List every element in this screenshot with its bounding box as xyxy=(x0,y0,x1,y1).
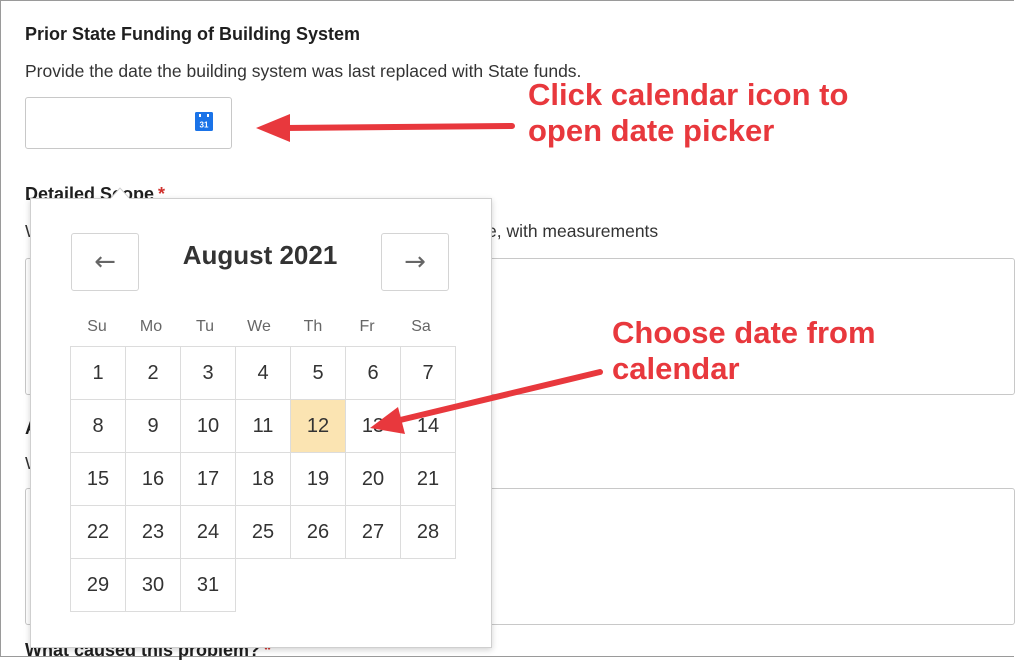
arrow-to-date xyxy=(393,369,603,424)
arrow-head-icon xyxy=(256,114,290,142)
arrow-to-calendar-icon xyxy=(281,123,515,131)
annotation-arrows xyxy=(256,114,603,434)
arrow-head-icon xyxy=(370,407,405,434)
